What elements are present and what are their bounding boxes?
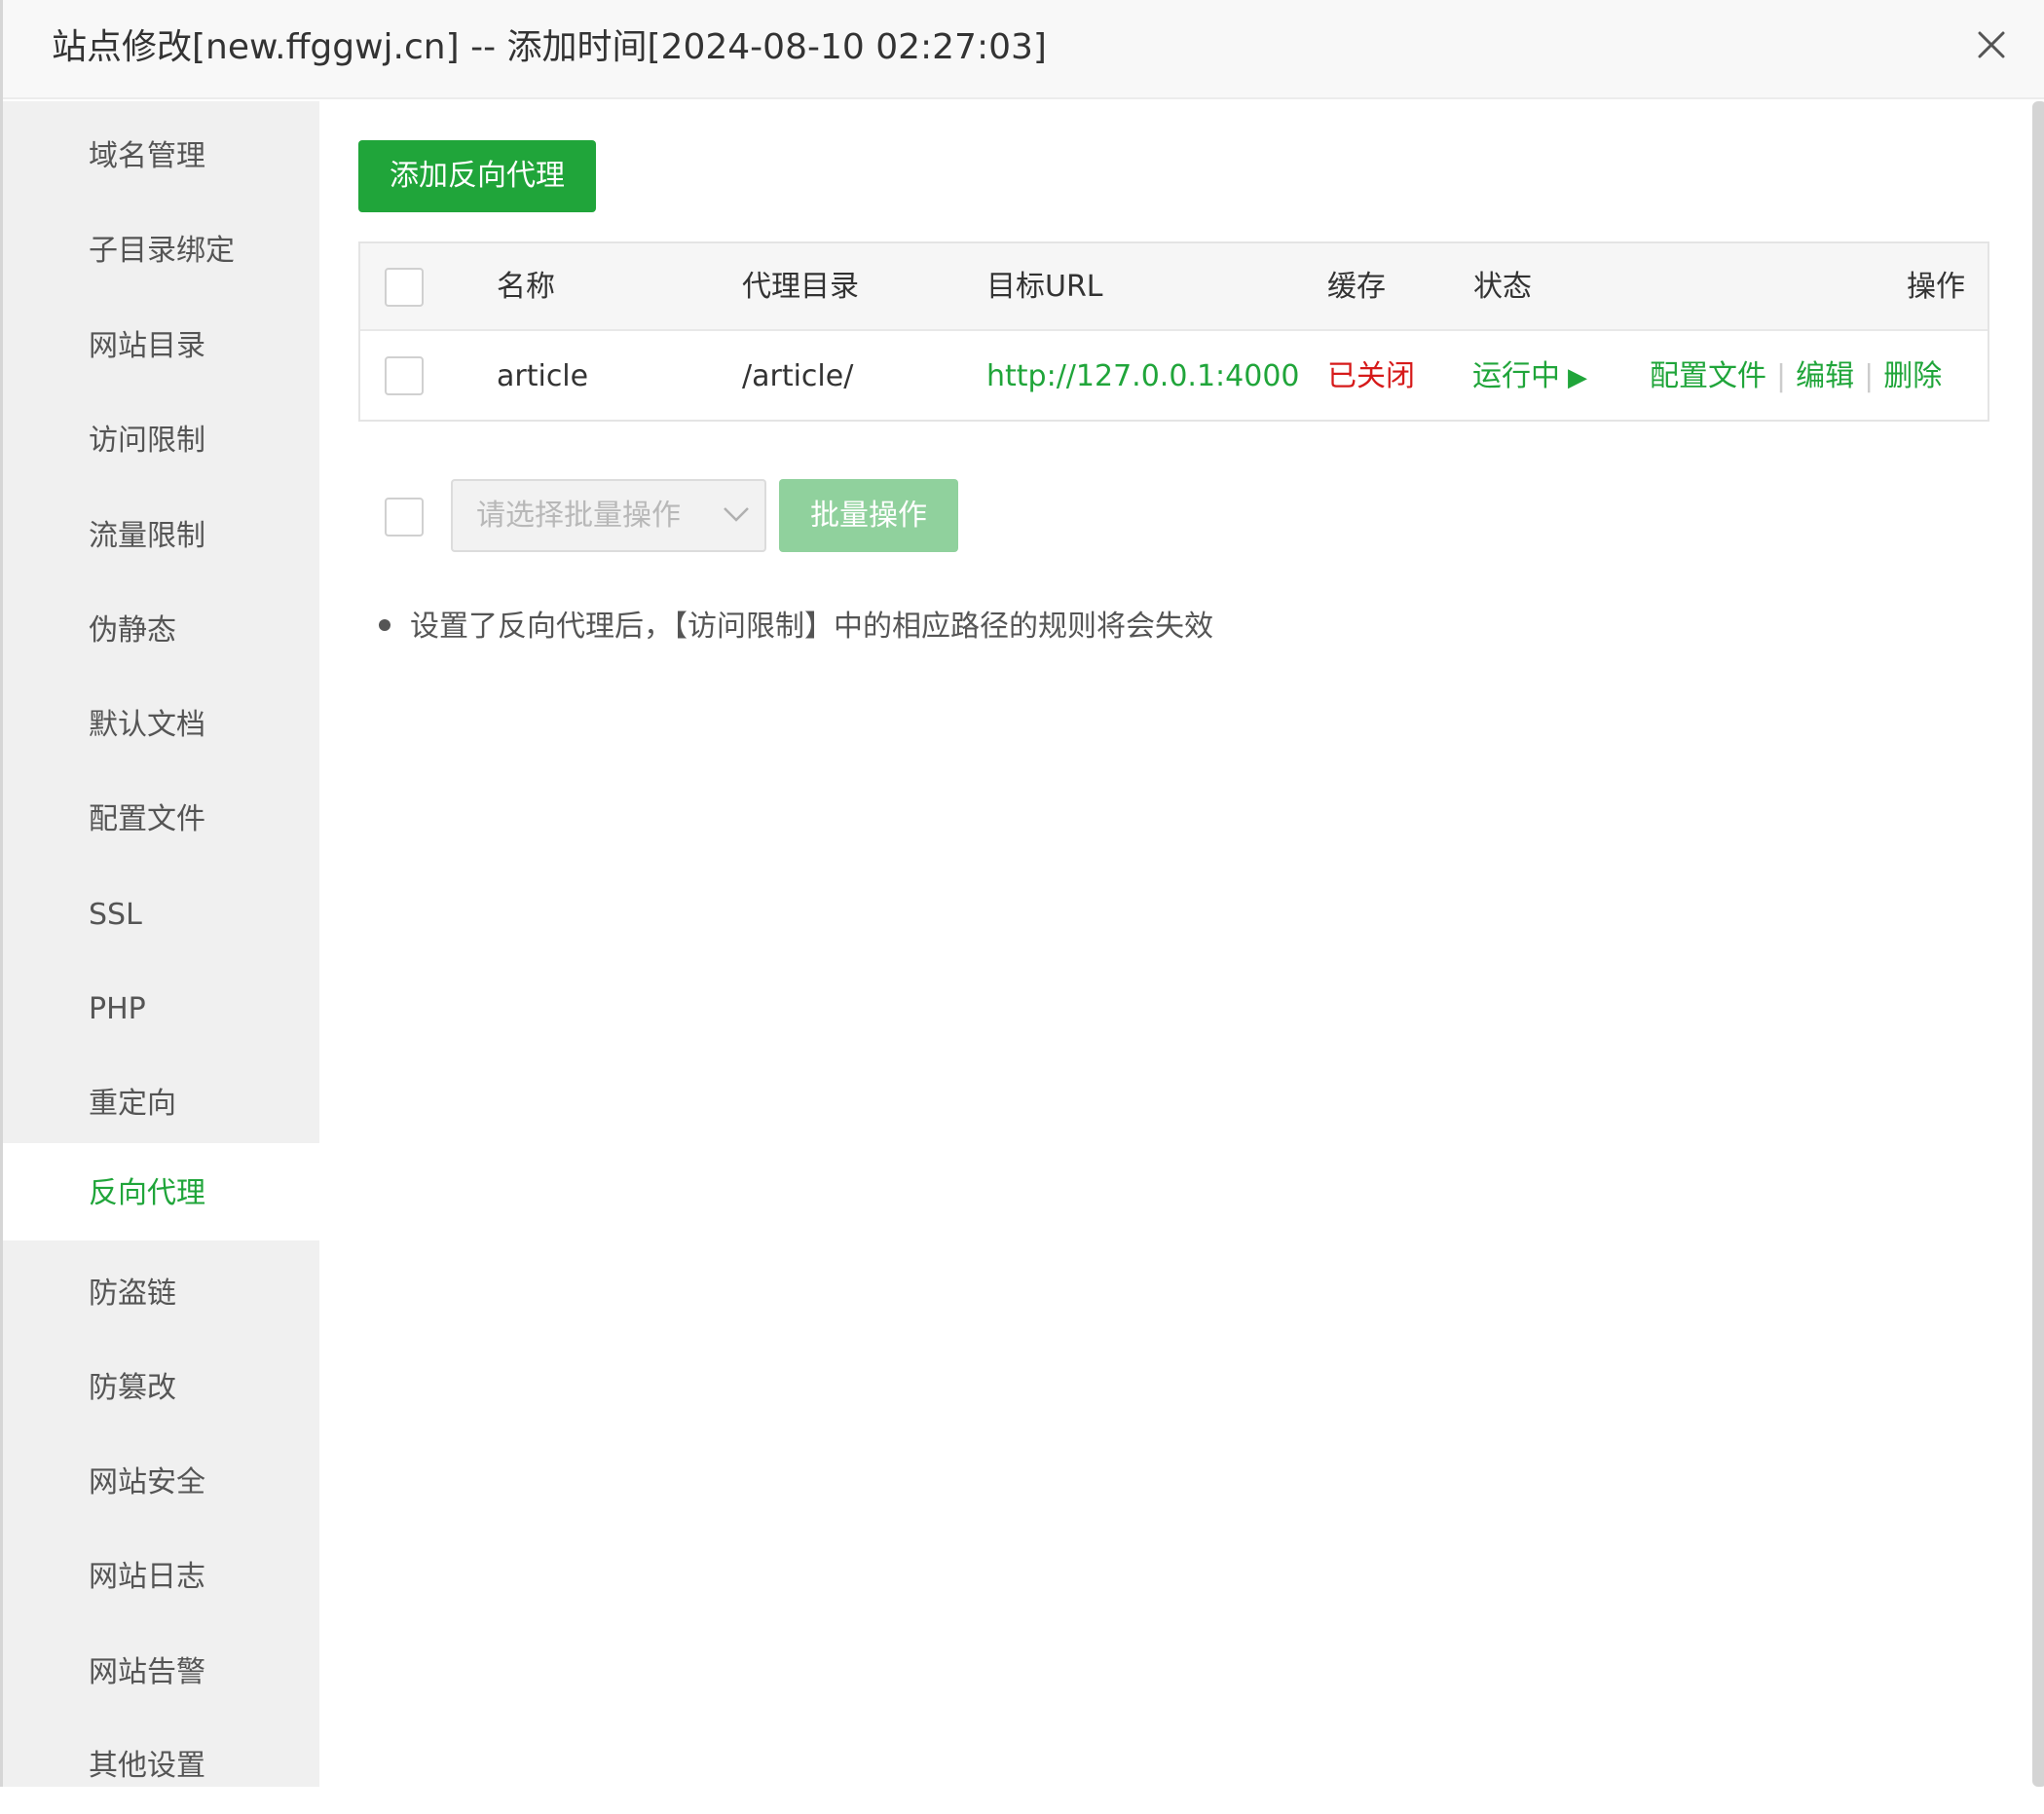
- sidebar-item-security[interactable]: 网站安全: [3, 1435, 319, 1531]
- row-cache-status[interactable]: 已关闭: [1327, 333, 1415, 420]
- sidebar-item-default-doc[interactable]: 默认文档: [3, 678, 319, 773]
- dialog-titlebar: 站点修改[new.ffggwj.cn] -- 添加时间[2024-08-10 0…: [3, 0, 2044, 99]
- sidebar-item-tamper[interactable]: 防篡改: [3, 1341, 319, 1436]
- site-edit-dialog: 站点修改[new.ffggwj.cn] -- 添加时间[2024-08-10 0…: [0, 0, 2044, 1787]
- scrollbar[interactable]: [2032, 101, 2044, 1787]
- row-proxy-dir: /article/: [742, 359, 854, 393]
- sidebar-menu: 域名管理 子目录绑定 网站目录 访问限制 流量限制 伪静态 默认文档 配置文件 …: [3, 101, 319, 1787]
- dialog-title: 站点修改[new.ffggwj.cn] -- 添加时间[2024-08-10 0…: [52, 27, 1047, 67]
- select-all-checkbox[interactable]: [385, 268, 424, 307]
- batch-select-all-checkbox[interactable]: [385, 498, 424, 537]
- sidebar-item-access[interactable]: 访问限制: [3, 393, 319, 489]
- sidebar-item-rewrite[interactable]: 伪静态: [3, 583, 319, 679]
- row-checkbox[interactable]: [385, 356, 424, 395]
- batch-operation-button[interactable]: 批量操作: [779, 479, 958, 552]
- row-name: article: [497, 359, 589, 393]
- table-header: 名称 代理目录 目标URL 缓存 状态 操作: [360, 243, 1988, 331]
- sidebar-item-subdir[interactable]: 子目录绑定: [3, 204, 319, 299]
- row-status-label: 运行中: [1472, 359, 1560, 393]
- tip-item: 设置了反向代理后，【访问限制】中的相应路径的规则将会失效: [379, 606, 1213, 648]
- batch-operation-select[interactable]: 请选择批量操作: [451, 479, 766, 552]
- add-reverse-proxy-button[interactable]: 添加反向代理: [358, 140, 596, 212]
- sidebar-item-php[interactable]: PHP: [3, 962, 319, 1057]
- header-proxy-dir: 代理目录: [742, 270, 859, 304]
- sidebar-item-hotlink[interactable]: 防盗链: [3, 1246, 319, 1342]
- header-status: 状态: [1473, 270, 1532, 304]
- config-file-link[interactable]: 配置文件: [1650, 359, 1766, 393]
- row-target-url[interactable]: http://127.0.0.1:4000: [986, 333, 1300, 420]
- header-target-url: 目标URL: [986, 270, 1103, 304]
- sidebar-item-config[interactable]: 配置文件: [3, 772, 319, 868]
- chevron-down-icon: [724, 507, 749, 522]
- row-run-status[interactable]: 运行中 ▶: [1472, 333, 1587, 420]
- proxy-table: 名称 代理目录 目标URL 缓存 状态 操作 article /article/…: [358, 241, 1989, 422]
- sidebar-item-other[interactable]: 其他设置: [3, 1719, 319, 1814]
- delete-link[interactable]: 删除: [1883, 359, 1942, 393]
- tip-text: 设置了反向代理后，【访问限制】中的相应路径的规则将会失效: [410, 610, 1213, 644]
- divider: |: [1776, 359, 1787, 393]
- sidebar-item-alerts[interactable]: 网站告警: [3, 1625, 319, 1721]
- sidebar-item-ssl[interactable]: SSL: [3, 868, 319, 963]
- sidebar-item-redirect[interactable]: 重定向: [3, 1056, 319, 1152]
- row-actions: 配置文件 | 编辑 | 删除: [1650, 333, 1942, 420]
- close-icon[interactable]: [1968, 21, 2015, 68]
- batch-select-placeholder: 请选择批量操作: [476, 499, 681, 533]
- header-cache: 缓存: [1327, 270, 1386, 304]
- header-name: 名称: [497, 270, 555, 304]
- header-actions: 操作: [1907, 270, 1965, 304]
- sidebar-item-traffic[interactable]: 流量限制: [3, 489, 319, 584]
- sidebar-item-reverse-proxy[interactable]: 反向代理: [3, 1143, 319, 1240]
- sidebar-item-domain[interactable]: 域名管理: [3, 109, 319, 204]
- table-row: article /article/ http://127.0.0.1:4000 …: [360, 333, 1988, 420]
- sidebar-item-logs[interactable]: 网站日志: [3, 1530, 319, 1625]
- edit-link[interactable]: 编辑: [1796, 359, 1854, 393]
- sidebar-item-site-dir[interactable]: 网站目录: [3, 299, 319, 394]
- divider: |: [1864, 359, 1875, 393]
- play-icon: ▶: [1568, 363, 1587, 392]
- bullet-icon: [379, 618, 390, 631]
